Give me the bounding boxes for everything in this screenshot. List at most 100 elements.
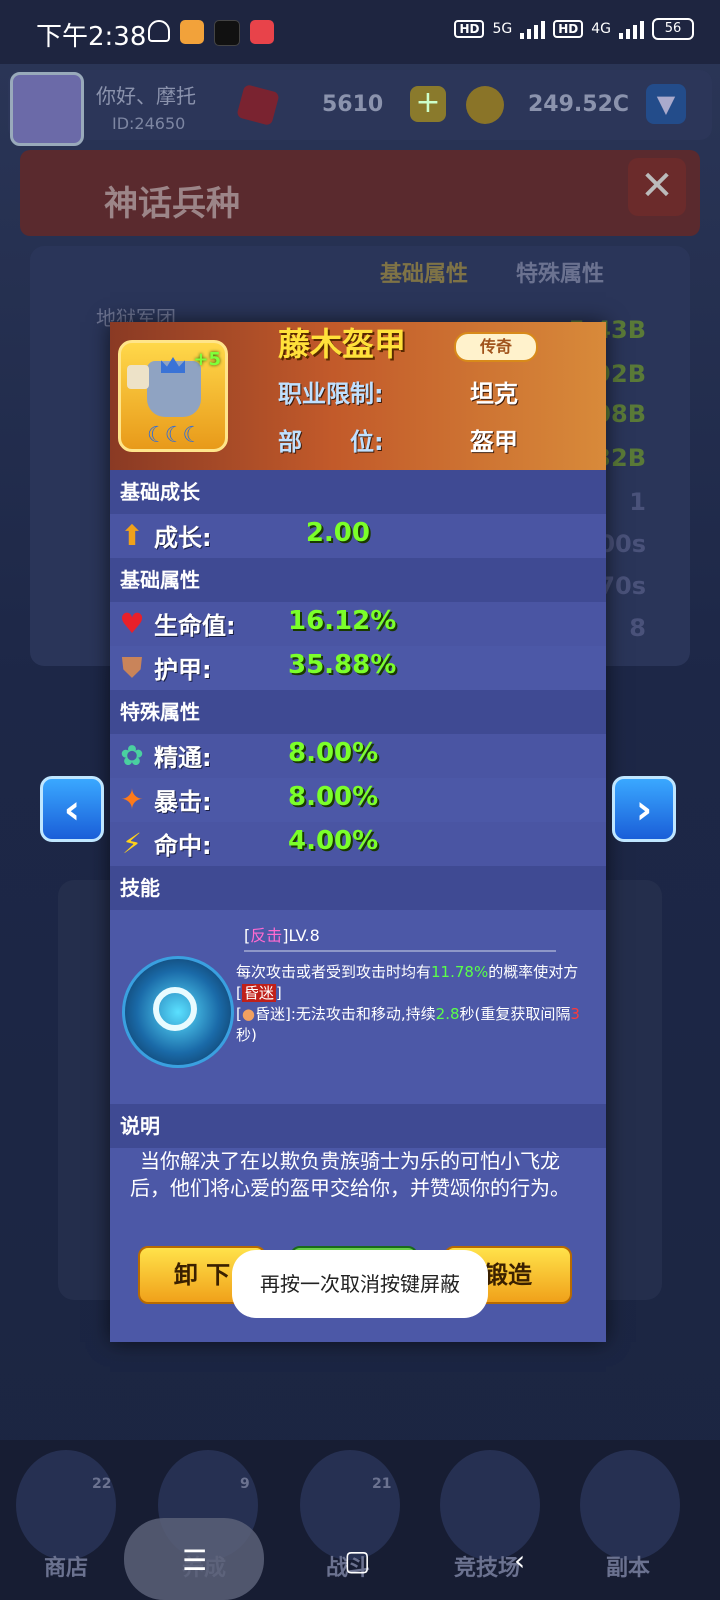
stat-value: 35.88% — [288, 650, 397, 680]
bg-stat-value: 8 — [629, 614, 646, 642]
stat-row-mastery: ✿ 精通: 8.00% — [110, 734, 606, 778]
section-skill-title: 技能 — [110, 866, 606, 910]
network-4g-label: 4G — [591, 21, 611, 37]
gems-count: 5610 — [322, 92, 384, 117]
counterattack-skill-icon — [122, 956, 234, 1068]
item-header: +5 ☾☾☾ 藤木盔甲 传奇 职业限制: 坦克 部 位: 盔甲 — [110, 322, 606, 478]
bg-stat-value: 1 — [629, 488, 646, 516]
stat-row-armor: ⛊ 护甲: 35.88% — [110, 646, 606, 690]
skill-detail-text: 秒(重复获取间隔 — [459, 1005, 571, 1023]
lightning-icon: ⚡ — [122, 827, 142, 860]
nav-arena-label: 竞技场 — [454, 1556, 521, 1581]
nav-dungeon-label: 副本 — [606, 1556, 651, 1581]
skill-chance: 11.78% — [431, 963, 489, 981]
mute-bell-icon — [148, 20, 170, 42]
skill-duration: 2.8 — [435, 1005, 460, 1023]
status-right: HD 5G HD 4G 56 — [454, 18, 694, 40]
coin-icon — [466, 86, 504, 124]
slot-value: 盔甲 — [470, 428, 518, 456]
stat-label: 精通: — [154, 744, 212, 772]
growth-icon: ⬆ — [120, 519, 144, 552]
stat-label: 暴击: — [154, 788, 212, 816]
player-id: ID:24650 — [112, 114, 186, 133]
skill-detail-text: 秒) — [236, 1026, 257, 1044]
previous-item-button[interactable]: ‹ — [40, 776, 104, 842]
stat-row-crit: ✦ 暴击: 8.00% — [110, 778, 606, 822]
chevron-down-icon[interactable]: ▼ — [646, 84, 686, 124]
player-greeting: 你好、摩托 — [96, 84, 196, 108]
stat-label: 命中: — [154, 832, 212, 860]
skill-detail-status: 昏迷 — [254, 1005, 285, 1023]
taobao-icon — [250, 20, 274, 44]
signal-icon — [520, 19, 546, 39]
network-5g-label: 5G — [492, 21, 513, 37]
hd-icon-2: HD — [553, 20, 584, 38]
tab-basic-attributes[interactable]: 基础属性 — [380, 256, 468, 288]
avatar[interactable] — [10, 72, 84, 146]
nav-badge: 21 — [372, 1476, 392, 1492]
signal-icon-2 — [619, 19, 644, 39]
battery-icon: 56 — [652, 18, 694, 40]
stat-row-hit: ⚡ 命中: 4.00% — [110, 822, 606, 866]
section-special-title: 特殊属性 — [110, 690, 606, 734]
next-item-button[interactable]: › — [612, 776, 676, 842]
tiktok-icon — [214, 20, 240, 46]
nav-badge: 22 — [92, 1476, 112, 1492]
stat-value: 8.00% — [288, 738, 379, 768]
armor-item-icon: +5 ☾☾☾ — [118, 340, 228, 452]
section-basic-title: 基础属性 — [110, 558, 606, 602]
status-notification-icons — [148, 20, 274, 46]
class-restriction-label: 职业限制: — [278, 380, 384, 408]
stat-label: 护甲: — [154, 656, 212, 684]
page-title: 神话兵种 — [104, 184, 240, 224]
add-gems-button[interactable]: + — [410, 86, 446, 122]
divider — [244, 950, 556, 952]
menu-icon[interactable]: ☰ — [182, 1544, 207, 1577]
status-bar: 下午2:38 HD 5G HD 4G 56 — [0, 0, 720, 64]
lock-icon[interactable] — [127, 365, 149, 389]
crit-icon: ✦ — [120, 783, 144, 816]
skill-desc-text: 每次攻击或者受到攻击时均有 — [236, 963, 432, 981]
section-growth-title: 基础成长 — [110, 470, 606, 514]
growth-label: 成长: — [154, 524, 212, 552]
skill-status: 昏迷 — [241, 984, 276, 1002]
back-icon[interactable]: ‹ — [514, 1544, 525, 1577]
tab-special-attributes[interactable]: 特殊属性 — [516, 256, 604, 288]
slot-label: 部 位: — [278, 428, 384, 456]
nav-shop[interactable] — [16, 1450, 116, 1560]
item-name: 藤木盔甲 — [278, 325, 407, 363]
item-detail-modal: +5 ☾☾☾ 藤木盔甲 传奇 职业限制: 坦克 部 位: 盔甲 基础成长 ⬆ 成… — [110, 322, 606, 1342]
stat-row-hp: ♥ 生命值: 16.12% — [110, 602, 606, 646]
home-icon[interactable]: ▢ — [344, 1544, 370, 1577]
crown-icon — [161, 357, 185, 373]
nav-dungeon[interactable] — [580, 1450, 680, 1560]
skill-desc-text: ] — [275, 984, 282, 1002]
stat-value: 4.00% — [288, 826, 379, 856]
shield-icon: ⛊ — [121, 651, 143, 684]
stat-value: 8.00% — [288, 782, 379, 812]
skill-description: 每次攻击或者受到攻击时均有11.78%的概率使对方[昏迷] [●昏迷]:无法攻击… — [236, 962, 586, 1046]
close-button[interactable]: ✕ — [628, 158, 686, 216]
status-time: 下午2:38 — [36, 22, 147, 52]
stat-value: 16.12% — [288, 606, 397, 636]
nav-shop-label: 商店 — [44, 1556, 89, 1581]
heart-icon: ♥ — [119, 607, 145, 640]
section-desc-title: 说明 — [110, 1104, 606, 1148]
app-notification-icon — [180, 20, 204, 44]
rarity-badge: 传奇 — [454, 332, 538, 362]
toast-message: 再按一次取消按键屏蔽 — [232, 1250, 488, 1318]
stat-label: 生命值: — [154, 612, 236, 640]
growth-value: 2.00 — [305, 518, 370, 548]
skill-name: [反击]LV.8 — [244, 922, 320, 946]
skill-ring-icon — [153, 987, 197, 1031]
star-rank-icon: ☾☾☾ — [147, 423, 202, 448]
skill-level: ]LV.8 — [282, 926, 320, 945]
class-restriction-value: 坦克 — [470, 380, 518, 408]
item-description: 当你解决了在以欺负贵族骑士为乐的可怕小飞龙后，他们将心爱的盔甲交给你，并赞颂你的… — [130, 1149, 570, 1200]
mastery-icon: ✿ — [120, 739, 144, 772]
skill-keyword: 反击 — [250, 926, 283, 945]
hd-icon: HD — [454, 20, 485, 38]
skill-interval: 3 — [570, 1005, 580, 1023]
coins-count: 249.52C — [528, 92, 630, 117]
growth-row: ⬆ 成长: 2.00 — [110, 514, 606, 558]
